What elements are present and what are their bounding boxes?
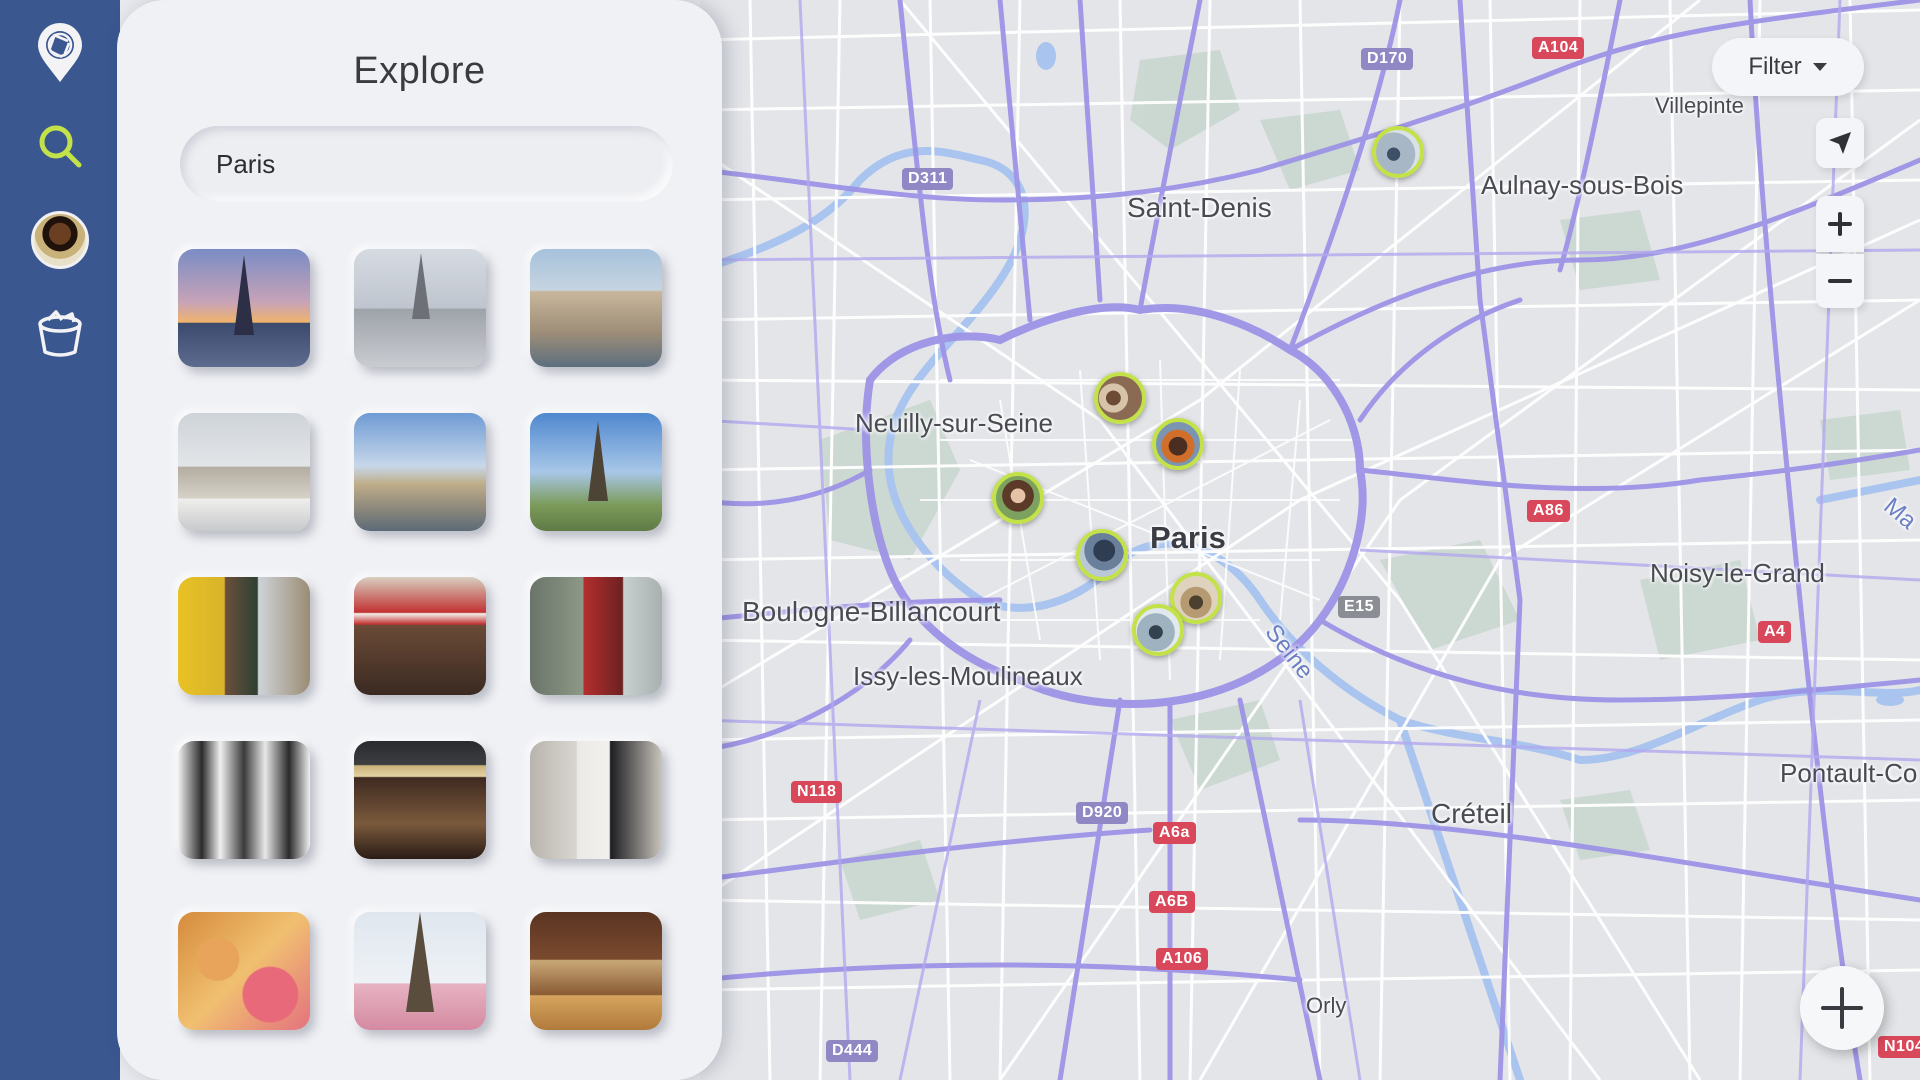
page-title: Explore [353,50,486,92]
road-shield: D444 [826,1040,879,1062]
photo-tile[interactable] [530,413,662,531]
place-label: Boulogne-Billancourt [742,596,1001,627]
place-label: Orly [1306,993,1347,1018]
road-shield: E15 [1338,596,1380,618]
photo-pin[interactable] [1152,418,1204,470]
photo-tile[interactable] [530,912,662,1030]
road-shield: N118 [791,781,843,803]
search-box[interactable] [180,126,673,202]
add-photo-button[interactable] [1800,966,1884,1050]
road-shield: D920 [1076,802,1129,824]
photo-tile[interactable] [178,249,310,367]
place-label: Aulnay-sous-Bois [1481,170,1684,200]
plus-icon [1828,212,1852,236]
photo-tile[interactable] [178,413,310,531]
search-input[interactable] [214,147,638,181]
place-label: Issy-les-Moulineaux [853,661,1083,691]
search-icon[interactable] [24,110,96,182]
zoom-in-button[interactable] [1816,196,1864,252]
photo-tile[interactable] [178,912,310,1030]
road-shield: A6a [1153,822,1196,844]
road-shield: A86 [1527,500,1570,522]
bucket-icon[interactable] [24,298,96,370]
place-label: Noisy-le-Grand [1650,558,1825,588]
road-shield: N104 [1878,1036,1920,1058]
place-label: Neuilly-sur-Seine [855,408,1053,438]
plus-icon [1821,987,1863,1029]
chevron-down-icon [1812,63,1827,71]
photo-tile[interactable] [354,413,486,531]
photo-pin[interactable] [1094,372,1146,424]
road-shield: A4 [1758,621,1792,643]
filter-button[interactable]: Filter [1712,38,1864,96]
road-shield: D311 [902,168,954,190]
app-logo-icon[interactable] [24,17,96,89]
zoom-out-button[interactable] [1816,254,1864,308]
map-roads [700,0,1920,1080]
photo-tile[interactable] [354,249,486,367]
photo-tile[interactable] [178,577,310,695]
photo-pin[interactable] [1132,604,1184,656]
place-label-city: Paris [1150,520,1226,555]
locate-button[interactable] [1816,118,1864,168]
map-view[interactable]: Villepinte Aulnay-sous-Bois Saint-Denis … [700,0,1920,1080]
avatar [31,211,89,269]
photo-pin[interactable] [992,472,1044,524]
photo-tile[interactable] [354,577,486,695]
road-shield: A6B [1149,891,1195,913]
photo-tile[interactable] [530,577,662,695]
photo-pin[interactable] [1076,529,1128,581]
minus-icon [1828,279,1852,283]
explore-panel: Explore [117,0,722,1080]
photo-tile[interactable] [354,741,486,859]
photo-tile[interactable] [178,741,310,859]
place-label: Saint-Denis [1127,192,1272,223]
profile-avatar-button[interactable] [24,204,96,276]
sidebar [0,0,120,1080]
road-shield: A106 [1156,948,1209,970]
photo-tile[interactable] [530,741,662,859]
road-shield: D170 [1361,48,1414,70]
navigation-arrow-icon [1829,132,1851,154]
filter-label: Filter [1748,53,1802,80]
place-label: Créteil [1431,798,1512,829]
place-label: Pontault-Co [1780,758,1918,788]
photo-pin[interactable] [1372,126,1424,178]
road-shield: A104 [1532,37,1585,59]
photo-tile[interactable] [530,249,662,367]
place-label: Villepinte [1655,93,1744,118]
photo-tile[interactable] [354,912,486,1030]
